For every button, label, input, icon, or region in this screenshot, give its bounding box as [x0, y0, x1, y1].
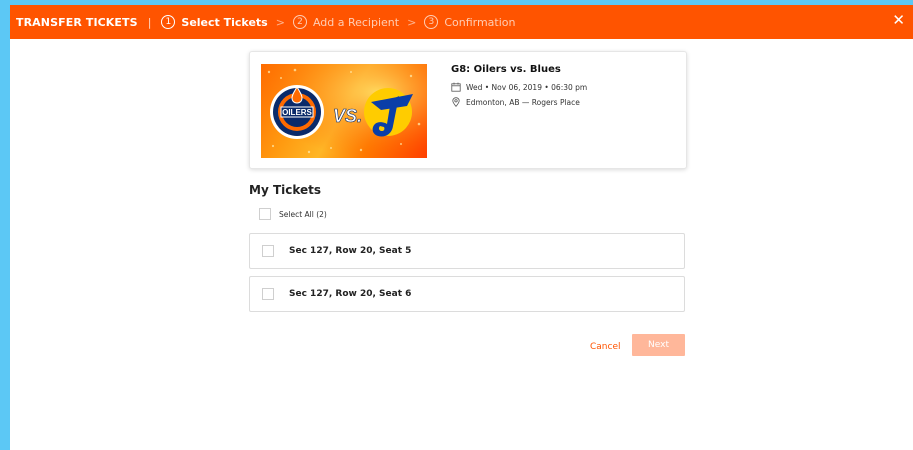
event-info: G8: Oilers vs. Blues Wed • Nov 06, 2019 … — [451, 64, 587, 112]
event-venue: Edmonton, AB — Rogers Place — [466, 97, 580, 107]
cancel-button[interactable]: Cancel — [590, 342, 621, 352]
close-icon[interactable]: ✕ — [892, 13, 905, 28]
step-label-confirmation: Confirmation — [444, 15, 516, 29]
vs-text: VS. — [333, 106, 362, 126]
event-image: OILERS VS. — [261, 64, 427, 158]
step-add-recipient[interactable]: 2 Add a Recipient — [292, 15, 400, 29]
ticket-row[interactable]: Sec 127, Row 20, Seat 6 — [249, 276, 685, 312]
step-select-tickets[interactable]: 1 Select Tickets — [161, 15, 268, 29]
event-venue-row: Edmonton, AB — Rogers Place — [451, 97, 587, 107]
event-title: G8: Oilers vs. Blues — [451, 64, 561, 75]
ticket-checkbox[interactable] — [262, 288, 274, 300]
step-number-1: 1 — [161, 15, 176, 29]
ticket-row[interactable]: Sec 127, Row 20, Seat 5 — [249, 233, 685, 269]
transfer-tickets-modal: TRANSFER TICKETS | 1 Select Tickets > 2 … — [10, 5, 913, 450]
ticket-label: Sec 127, Row 20, Seat 5 — [289, 246, 412, 256]
event-card: OILERS VS. G8: Oilers vs. Blues Wed • No… — [249, 51, 687, 169]
next-button[interactable]: Next — [632, 334, 685, 356]
step-number-3: 3 — [424, 15, 439, 29]
calendar-icon — [451, 82, 461, 92]
ticket-checkbox[interactable] — [262, 245, 274, 257]
select-all-label: Select All (2) — [279, 209, 327, 219]
step-confirmation[interactable]: 3 Confirmation — [424, 15, 515, 29]
select-all-checkbox[interactable] — [259, 208, 271, 220]
event-date: Wed • Nov 06, 2019 • 06:30 pm — [466, 82, 588, 92]
step-label-select-tickets: Select Tickets — [181, 15, 268, 29]
location-pin-icon — [452, 97, 460, 107]
header-title: TRANSFER TICKETS — [16, 15, 138, 29]
step-chevron-icon: > — [275, 15, 285, 29]
event-date-row: Wed • Nov 06, 2019 • 06:30 pm — [451, 82, 587, 92]
header-bar: TRANSFER TICKETS | 1 Select Tickets > 2 … — [10, 5, 913, 39]
step-label-add-recipient: Add a Recipient — [312, 15, 400, 29]
oilers-logo-text: OILERS — [282, 108, 312, 117]
ticket-label: Sec 127, Row 20, Seat 6 — [289, 289, 412, 299]
header-separator: | — [147, 15, 152, 29]
oilers-logo: OILERS — [270, 85, 324, 139]
step-chevron-icon: > — [407, 15, 417, 29]
event-image-art: OILERS VS. — [261, 64, 427, 158]
select-all-row[interactable]: Select All (2) — [259, 208, 327, 220]
step-number-2: 2 — [292, 15, 307, 29]
my-tickets-heading: My Tickets — [249, 183, 322, 197]
